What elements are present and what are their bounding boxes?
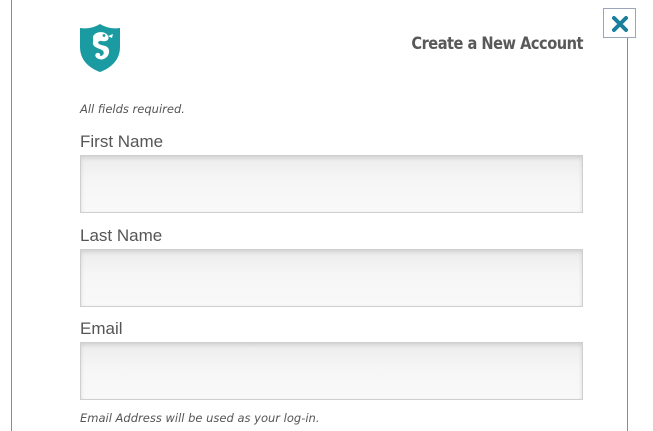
create-account-dialog: Create a New Account All fields required… [0, 0, 653, 431]
last-name-input[interactable] [80, 249, 583, 307]
dialog-title: Create a New Account [411, 34, 583, 54]
email-label: Email [80, 319, 123, 338]
last-name-label: Last Name [80, 226, 163, 245]
shield-seahorse-icon [79, 23, 121, 73]
dialog-border-right [627, 38, 628, 431]
email-input[interactable] [80, 342, 583, 400]
close-icon [612, 16, 628, 32]
required-fields-note: All fields required. [80, 102, 185, 116]
first-name-input[interactable] [80, 155, 583, 213]
close-button[interactable] [603, 8, 636, 38]
first-name-label: First Name [80, 132, 164, 151]
email-login-hint: Email Address will be used as your log-i… [80, 411, 320, 425]
dialog-border-left [11, 0, 12, 431]
